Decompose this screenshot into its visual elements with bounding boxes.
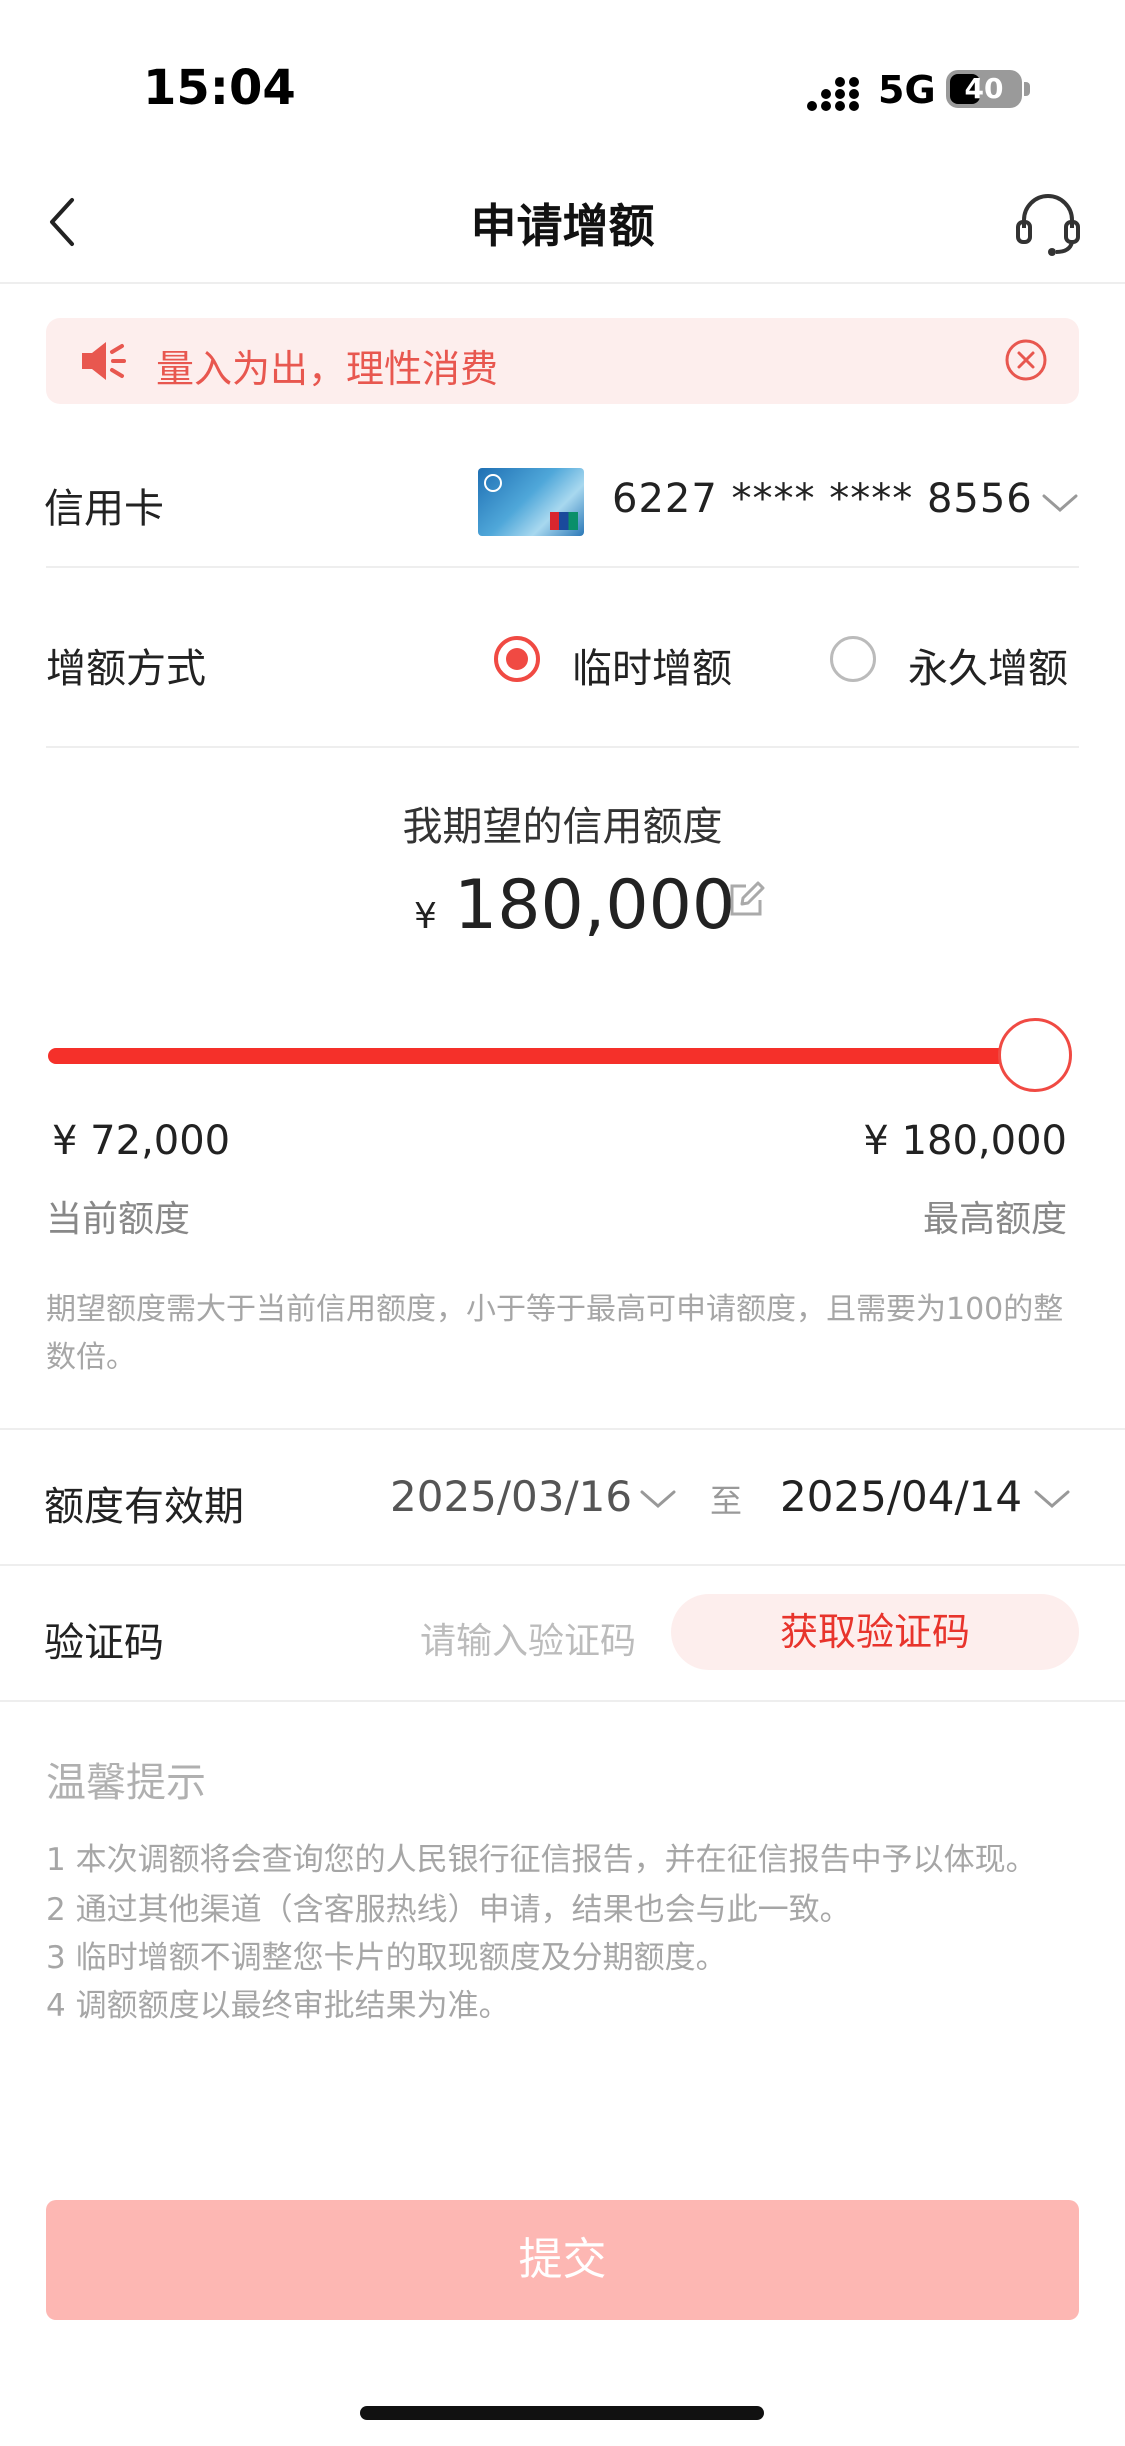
tip-item: 4 调额额度以最终审批结果为准。: [46, 1988, 510, 2024]
speaker-icon: [82, 342, 126, 380]
chevron-down-icon[interactable]: [1032, 1486, 1072, 1512]
submit-button-label: 提交: [518, 2234, 607, 2285]
max-limit-label: 最高额度: [922, 1199, 1067, 1240]
current-limit-value: ¥ 72,000: [52, 1118, 231, 1164]
radio-temporary[interactable]: [494, 636, 540, 682]
close-circle-icon[interactable]: [1004, 338, 1048, 382]
tip-item: 3 临时增额不调整您卡片的取现额度及分期额度。: [46, 1940, 727, 1976]
get-code-button[interactable]: 获取验证码: [671, 1594, 1079, 1670]
amount-caption: 我期望的信用额度: [402, 804, 723, 850]
chevron-down-icon[interactable]: [638, 1486, 678, 1512]
verify-label: 验证码: [44, 1620, 164, 1666]
battery-level: 40: [964, 72, 1004, 105]
home-indicator[interactable]: [360, 2406, 764, 2420]
card-number[interactable]: 6227 **** **** 8556: [612, 476, 1033, 522]
row-divider: [46, 566, 1079, 568]
expected-amount: 180,000: [454, 866, 736, 945]
radio-permanent-label[interactable]: 永久增额: [908, 636, 1068, 694]
radio-permanent[interactable]: [830, 636, 876, 682]
notice-banner: 量入为出，理性消费: [46, 318, 1079, 404]
tips-title: 温馨提示: [46, 1760, 206, 1806]
get-code-button-label: 获取验证码: [779, 1610, 970, 1654]
battery-icon: 40: [946, 70, 1022, 108]
tip-item: 1 本次调额将会查询您的人民银行征信报告，并在征信报告中予以体现。: [46, 1842, 1037, 1878]
card-thumbnail: [478, 468, 584, 536]
bank-logo-icon: [484, 474, 502, 492]
cellular-signal-icon: [807, 77, 859, 111]
submit-button[interactable]: 提交: [46, 2200, 1079, 2320]
section-divider: [0, 1428, 1125, 1430]
radio-temporary-label[interactable]: 临时增额: [572, 636, 732, 694]
amount-slider-thumb[interactable]: [998, 1018, 1072, 1092]
end-date[interactable]: 2025/04/14: [780, 1472, 1022, 1521]
headset-icon[interactable]: [1012, 188, 1084, 260]
max-limit-value: ¥ 180,000: [863, 1118, 1067, 1164]
header-divider: [0, 282, 1125, 284]
validity-label: 额度有效期: [44, 1484, 244, 1530]
chevron-down-icon[interactable]: [1040, 490, 1080, 516]
start-date[interactable]: 2025/03/16: [390, 1472, 632, 1521]
verify-code-input[interactable]: 请输入验证码: [420, 1612, 636, 1664]
unionpay-logo-icon: [550, 512, 578, 530]
row-divider: [46, 746, 1079, 748]
current-limit-label: 当前额度: [46, 1199, 191, 1240]
status-time: 15:04: [143, 60, 296, 116]
notice-text: 量入为出，理性消费: [156, 347, 499, 391]
card-row-label: 信用卡: [44, 486, 164, 532]
tip-item: 2 通过其他渠道（含客服热线）申请，结果也会与此一致。: [46, 1892, 851, 1928]
date-separator: 至: [710, 1482, 743, 1520]
network-type: 5G: [878, 68, 936, 112]
battery-tip: [1024, 82, 1030, 96]
edit-icon[interactable]: [726, 880, 766, 920]
currency-symbol: ¥: [414, 896, 437, 937]
amount-slider-track[interactable]: [48, 1048, 1054, 1064]
amount-hint: 期望额度需大于当前信用额度，小于等于最高可申请额度，且需要为100的整数倍。: [46, 1292, 1064, 1375]
row-divider: [0, 1700, 1125, 1702]
method-row-label: 增额方式: [46, 646, 206, 692]
page-title: 申请增额: [470, 199, 655, 253]
row-divider: [0, 1564, 1125, 1566]
